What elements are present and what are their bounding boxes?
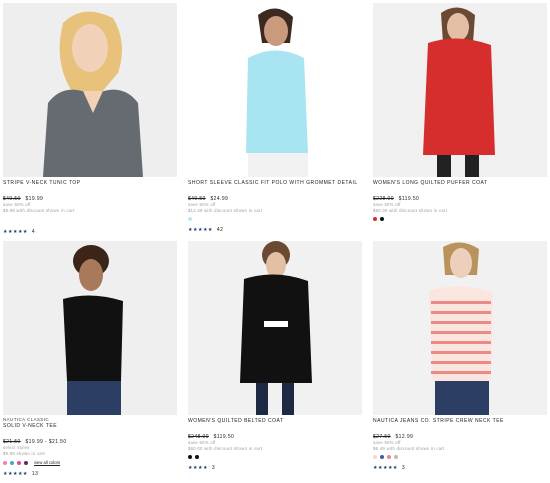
color-swatch[interactable] xyxy=(387,455,391,459)
review-count: 3 xyxy=(211,465,216,471)
star-icon: ★★★★★ xyxy=(373,465,398,471)
product-name[interactable]: WOMEN'S QUILTED BELTED COAT xyxy=(188,418,362,424)
product-name[interactable]: SOLID V-NECK TEE xyxy=(3,423,177,429)
discount-note: $60.00 with discount shown in cart xyxy=(373,207,448,213)
color-swatch[interactable] xyxy=(3,460,7,465)
vneck-tee-photo xyxy=(3,241,177,415)
color-swatches xyxy=(373,455,547,459)
color-swatches: view all colors xyxy=(3,460,177,465)
product-image[interactable] xyxy=(373,3,547,177)
product-card[interactable]: STRIPE V-NECK TUNIC TOP $49.50 $19.99 sa… xyxy=(3,3,177,235)
rating[interactable]: ★★★★★ 4 xyxy=(3,229,177,235)
product-name[interactable]: WOMEN'S LONG QUILTED PUFFER COAT xyxy=(373,180,547,186)
puffer-coat-photo xyxy=(373,3,547,177)
product-card[interactable]: NAUTICA JEANS CO. STRIPE CREW NECK TEE $… xyxy=(373,241,547,471)
brand-label: NAUTICA CLASSIC xyxy=(3,417,50,422)
review-count: 42 xyxy=(216,227,224,233)
product-image[interactable] xyxy=(188,241,362,415)
rating[interactable]: ★★★★ 3 xyxy=(188,465,362,471)
sale-price: $119.50 xyxy=(213,434,235,440)
review-count: 4 xyxy=(31,229,36,235)
tunic-top-photo xyxy=(3,3,177,177)
color-swatch[interactable] xyxy=(17,460,21,465)
star-icon: ★★★★ xyxy=(188,465,208,471)
star-icon: ★★★★★ xyxy=(3,229,28,235)
discount-note: $6.49 with discount shown in cart xyxy=(373,445,445,451)
color-swatch[interactable] xyxy=(394,455,398,459)
product-name[interactable]: STRIPE V-NECK TUNIC TOP xyxy=(3,180,177,186)
star-icon: ★★★★★ xyxy=(188,227,213,233)
rating[interactable]: ★★★★★ 13 xyxy=(3,471,177,477)
view-all-colors-link[interactable]: view all colors xyxy=(34,460,60,465)
color-swatch[interactable] xyxy=(380,455,384,459)
sale-price: $19.99 - $21.50 xyxy=(25,439,67,445)
product-card[interactable]: WOMEN'S LONG QUILTED PUFFER COAT $228.00… xyxy=(373,3,547,221)
color-swatch[interactable] xyxy=(373,217,377,221)
product-card[interactable]: SHORT SLEEVE CLASSIC FIT POLO WITH GROMM… xyxy=(188,3,362,233)
rating[interactable]: ★★★★★ 3 xyxy=(373,465,547,471)
product-name[interactable]: SHORT SLEEVE CLASSIC FIT POLO WITH GROMM… xyxy=(188,180,362,186)
discount-note: $9.99 shown in cart xyxy=(3,450,46,456)
color-swatches xyxy=(188,217,362,221)
star-icon: ★★★★★ xyxy=(3,471,28,477)
color-swatch[interactable] xyxy=(10,460,14,465)
belted-coat-photo xyxy=(188,241,362,415)
product-image[interactable] xyxy=(188,3,362,177)
discount-note: $60.00 with discount shown in cart xyxy=(188,445,263,451)
product-image[interactable] xyxy=(373,241,547,415)
discount-note: $9.99 with discount shown in cart xyxy=(3,207,75,213)
polo-shirt-photo xyxy=(188,3,362,177)
stripe-tee-photo xyxy=(373,241,547,415)
rating[interactable]: ★★★★★ 42 xyxy=(188,227,362,233)
product-image[interactable] xyxy=(3,241,177,415)
color-swatch[interactable] xyxy=(373,455,377,459)
sale-price: $119.50 xyxy=(398,196,420,202)
color-swatches xyxy=(373,217,547,221)
review-count: 3 xyxy=(401,465,406,471)
color-swatch[interactable] xyxy=(188,217,192,221)
product-card[interactable]: WOMEN'S QUILTED BELTED COAT $248.00 $119… xyxy=(188,241,362,471)
review-count: 13 xyxy=(31,471,39,477)
color-swatch[interactable] xyxy=(188,455,192,459)
product-card[interactable]: NAUTICA CLASSIC SOLID V-NECK TEE $21.50 … xyxy=(3,241,177,477)
discount-note: $12.49 with discount shown in cart xyxy=(188,207,263,213)
color-swatches xyxy=(188,455,362,459)
color-swatch[interactable] xyxy=(24,460,28,465)
color-swatch[interactable] xyxy=(195,455,199,459)
product-name[interactable]: NAUTICA JEANS CO. STRIPE CREW NECK TEE xyxy=(373,418,547,424)
product-image[interactable] xyxy=(3,3,177,177)
color-swatch[interactable] xyxy=(380,217,384,221)
